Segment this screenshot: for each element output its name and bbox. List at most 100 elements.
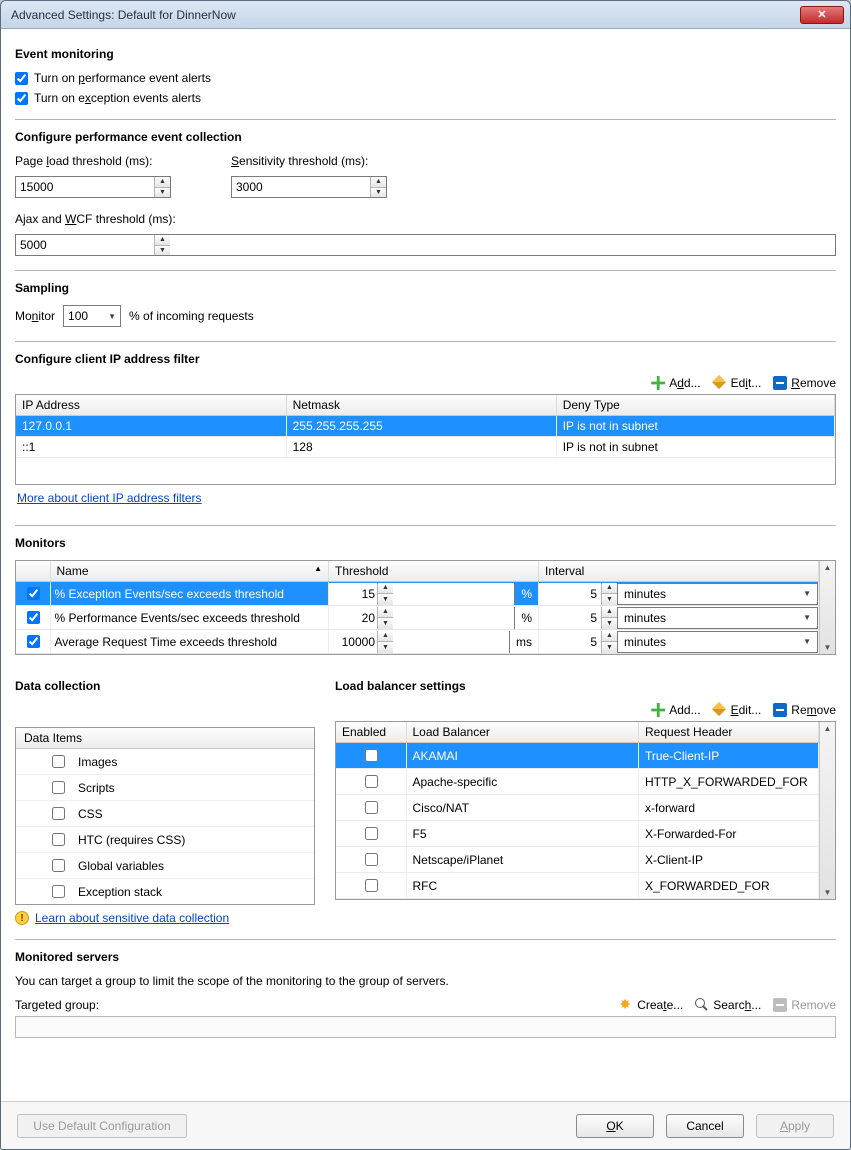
ok-button[interactable]: OK xyxy=(576,1114,654,1138)
interval-input[interactable] xyxy=(539,607,601,629)
table-row[interactable]: Apache-specificHTTP_X_FORWARDED_FOR xyxy=(336,769,819,795)
list-item[interactable]: Global variables xyxy=(16,853,314,879)
sampling-select[interactable]: 100 ▼ xyxy=(63,305,121,327)
cancel-button[interactable]: Cancel xyxy=(666,1114,744,1138)
spin-down-icon[interactable]: ▼ xyxy=(378,641,393,653)
col-name[interactable]: Name ▲ xyxy=(50,561,329,582)
list-item[interactable]: Images xyxy=(16,749,314,775)
col-enabled[interactable]: Enabled xyxy=(336,722,406,743)
exception-alerts-checkbox[interactable] xyxy=(15,92,28,105)
threshold-spinner[interactable]: ▲▼ xyxy=(329,631,510,653)
lb-enabled-checkbox[interactable] xyxy=(365,827,378,840)
threshold-spinner[interactable]: ▲▼ xyxy=(329,607,515,629)
ip-add-button[interactable]: Add... xyxy=(651,376,700,390)
sensitivity-spinner[interactable]: ▲ ▼ xyxy=(231,176,387,198)
spin-up-icon[interactable]: ▲ xyxy=(371,177,386,187)
col-mask[interactable]: Netmask xyxy=(286,395,556,416)
interval-input[interactable] xyxy=(539,631,601,653)
spin-down-icon[interactable]: ▼ xyxy=(378,617,393,629)
interval-spinner[interactable]: ▲▼ xyxy=(539,607,618,629)
monitor-enable-checkbox[interactable] xyxy=(27,611,40,624)
lb-edit-button[interactable]: Edit... xyxy=(713,703,762,717)
scrollbar[interactable]: ▲ ▼ xyxy=(819,561,835,654)
ip-filter-table[interactable]: IP Address Netmask Deny Type 127.0.0.125… xyxy=(15,394,836,485)
lb-table[interactable]: Enabled Load Balancer Request Header AKA… xyxy=(336,722,819,899)
spin-down-icon[interactable]: ▼ xyxy=(371,187,386,198)
scrollbar[interactable]: ▲ ▼ xyxy=(819,722,835,899)
spin-down-icon[interactable]: ▼ xyxy=(378,593,393,605)
lb-add-button[interactable]: Add... xyxy=(651,703,700,717)
lb-enabled-checkbox[interactable] xyxy=(365,801,378,814)
interval-unit-select[interactable]: minutes▼ xyxy=(618,631,818,653)
targeted-group-input[interactable] xyxy=(15,1016,836,1038)
col-hdr[interactable]: Request Header xyxy=(639,722,819,743)
close-button[interactable]: ✕ xyxy=(800,6,844,24)
list-item[interactable]: Scripts xyxy=(16,775,314,801)
sensitivity-input[interactable] xyxy=(232,177,370,197)
table-row[interactable]: AKAMAITrue-Client-IP xyxy=(336,743,819,769)
table-row[interactable]: % Exception Events/sec exceeds threshold… xyxy=(16,582,819,606)
col-ip[interactable]: IP Address xyxy=(16,395,286,416)
lb-enabled-checkbox[interactable] xyxy=(365,775,378,788)
scroll-down-icon[interactable]: ▼ xyxy=(824,888,832,897)
interval-input[interactable] xyxy=(539,583,601,605)
spin-up-icon[interactable]: ▲ xyxy=(602,583,617,594)
page-load-input[interactable] xyxy=(16,177,154,197)
ip-filter-link[interactable]: More about client IP address filters xyxy=(15,485,204,511)
table-row[interactable]: RFCX_FORWARDED_FOR xyxy=(336,873,819,899)
interval-unit-select[interactable]: minutes▼ xyxy=(618,583,818,605)
table-row[interactable]: Netscape/iPlanetX-Client-IP xyxy=(336,847,819,873)
list-item[interactable]: CSS xyxy=(16,801,314,827)
spin-up-icon[interactable]: ▲ xyxy=(155,235,170,245)
spin-down-icon[interactable]: ▼ xyxy=(602,617,617,629)
spin-down-icon[interactable]: ▼ xyxy=(155,187,170,198)
data-item-checkbox[interactable] xyxy=(52,859,65,872)
interval-unit-select[interactable]: minutes▼ xyxy=(618,607,818,629)
spin-down-icon[interactable]: ▼ xyxy=(155,245,170,256)
perf-alerts-checkbox[interactable] xyxy=(15,72,28,85)
lb-enabled-checkbox[interactable] xyxy=(365,749,378,762)
table-row[interactable]: Cisco/NATx-forward xyxy=(336,795,819,821)
scroll-area[interactable]: Event monitoring Turn on performance eve… xyxy=(1,29,850,1101)
data-collection-link[interactable]: Learn about sensitive data collection xyxy=(35,911,229,925)
threshold-input[interactable] xyxy=(329,631,377,653)
data-items-header[interactable]: Data Items xyxy=(16,728,314,749)
threshold-spinner[interactable]: ▲▼ xyxy=(329,583,515,605)
lb-enabled-checkbox[interactable] xyxy=(365,879,378,892)
data-item-checkbox[interactable] xyxy=(52,807,65,820)
col-interval[interactable]: Interval xyxy=(539,561,819,582)
table-row[interactable]: % Performance Events/sec exceeds thresho… xyxy=(16,606,819,630)
col-lb[interactable]: Load Balancer xyxy=(406,722,639,743)
table-row[interactable]: Average Request Time exceeds threshold▲▼… xyxy=(16,630,819,654)
spin-down-icon[interactable]: ▼ xyxy=(602,593,617,605)
search-button[interactable]: Search... xyxy=(695,998,761,1012)
table-row[interactable]: ::1128IP is not in subnet xyxy=(16,437,835,458)
col-deny[interactable]: Deny Type xyxy=(556,395,834,416)
monitor-enable-checkbox[interactable] xyxy=(27,587,40,600)
table-row[interactable]: 127.0.0.1255.255.255.255IP is not in sub… xyxy=(16,416,835,437)
list-item[interactable]: HTC (requires CSS) xyxy=(16,827,314,853)
data-item-checkbox[interactable] xyxy=(52,833,65,846)
ip-edit-button[interactable]: Edit... xyxy=(713,376,762,390)
spin-up-icon[interactable]: ▲ xyxy=(378,607,393,618)
spin-up-icon[interactable]: ▲ xyxy=(378,631,393,642)
interval-spinner[interactable]: ▲▼ xyxy=(539,583,618,605)
col-threshold[interactable]: Threshold xyxy=(329,561,539,582)
create-button[interactable]: Create... xyxy=(619,998,683,1012)
spin-down-icon[interactable]: ▼ xyxy=(602,641,617,653)
spin-up-icon[interactable]: ▲ xyxy=(602,631,617,642)
data-items-list[interactable]: Data Items ImagesScriptsCSSHTC (requires… xyxy=(15,727,315,905)
table-row[interactable]: F5X-Forwarded-For xyxy=(336,821,819,847)
ajax-input[interactable] xyxy=(16,235,154,255)
ajax-spinner[interactable]: ▲ ▼ xyxy=(15,234,836,256)
list-item[interactable]: Exception stack xyxy=(16,879,314,904)
monitors-table[interactable]: Name ▲ Threshold Interval % Exception Ev… xyxy=(16,561,819,654)
monitor-enable-checkbox[interactable] xyxy=(27,635,40,648)
data-item-checkbox[interactable] xyxy=(52,755,65,768)
scroll-up-icon[interactable]: ▲ xyxy=(824,724,832,733)
spin-up-icon[interactable]: ▲ xyxy=(378,583,393,594)
spin-up-icon[interactable]: ▲ xyxy=(602,607,617,618)
spin-up-icon[interactable]: ▲ xyxy=(155,177,170,187)
threshold-input[interactable] xyxy=(329,583,377,605)
scroll-up-icon[interactable]: ▲ xyxy=(824,563,832,572)
